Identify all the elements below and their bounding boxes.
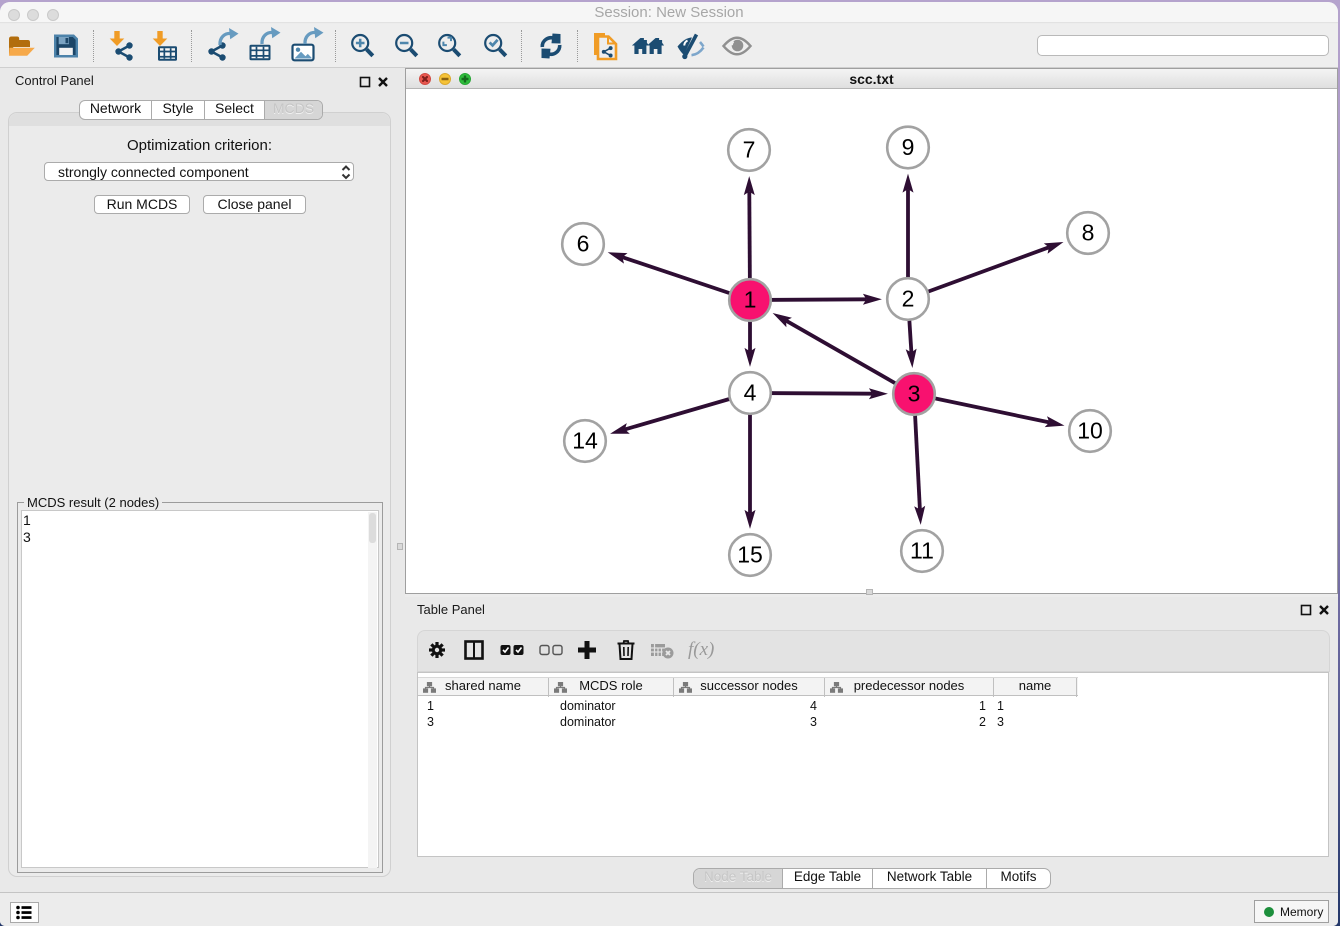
svg-text:3: 3 [908,381,921,407]
svg-text:11: 11 [910,538,934,564]
svg-text:9: 9 [902,134,915,160]
svg-text:6: 6 [577,231,590,257]
svg-text:7: 7 [743,137,756,163]
svg-text:10: 10 [1077,418,1103,444]
svg-text:8: 8 [1082,220,1095,246]
svg-text:14: 14 [572,428,598,454]
svg-text:15: 15 [737,542,763,568]
svg-text:2: 2 [902,286,915,312]
svg-text:1: 1 [744,287,757,313]
svg-text:4: 4 [744,380,757,406]
